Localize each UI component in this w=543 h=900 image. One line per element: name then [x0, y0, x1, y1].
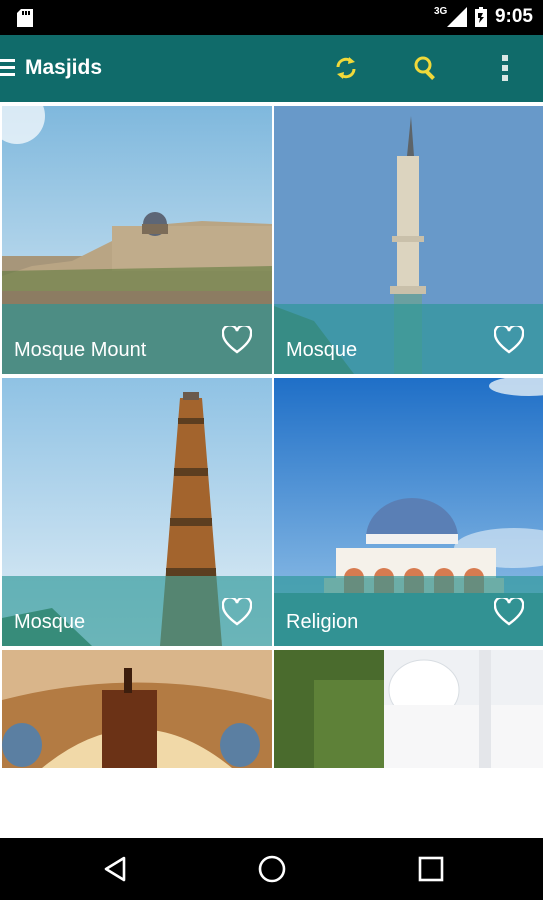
- heart-icon[interactable]: [222, 326, 252, 354]
- battery-icon: [474, 7, 487, 27]
- grid-item-label: Mosque Mount: [14, 339, 147, 361]
- more-options-button[interactable]: [488, 51, 522, 85]
- heart-icon[interactable]: [222, 598, 252, 626]
- heart-icon[interactable]: [494, 326, 524, 354]
- home-icon[interactable]: [257, 854, 287, 884]
- grid-item-white-mosque[interactable]: [274, 650, 543, 768]
- grid-item-mosque-2[interactable]: Mosque: [2, 378, 272, 646]
- clock: 9:05: [494, 6, 533, 27]
- network-type-label: 3G: [434, 6, 448, 17]
- back-icon[interactable]: [100, 854, 130, 884]
- grid-item-mosque[interactable]: Mosque: [274, 106, 543, 374]
- grid-item-label: Mosque: [14, 611, 86, 633]
- sync-icon: [336, 57, 356, 79]
- sd-card-icon: [17, 9, 33, 27]
- heart-icon[interactable]: [494, 598, 524, 626]
- mosque-interior-image: [2, 650, 272, 768]
- sync-button[interactable]: [329, 51, 363, 85]
- grid-item-interior[interactable]: [2, 650, 272, 768]
- grid-item-religion[interactable]: Religion: [274, 378, 543, 646]
- search-button[interactable]: [409, 51, 443, 85]
- app-bar: Masjids: [0, 35, 543, 102]
- signal-icon: [446, 7, 467, 27]
- grid-item-mosque-mount[interactable]: Mosque Mount: [2, 106, 272, 374]
- search-icon: [414, 56, 435, 80]
- white-mosque-image: [274, 650, 543, 768]
- system-nav-bar: [0, 838, 543, 900]
- recents-icon[interactable]: [416, 854, 446, 884]
- grid-item-label: Mosque: [286, 339, 358, 361]
- more-vert-icon: [502, 55, 508, 81]
- grid-item-label: Religion: [286, 611, 359, 633]
- app-title: Masjids: [25, 56, 103, 79]
- status-bar: 3G 9:05: [0, 0, 543, 35]
- menu-icon[interactable]: [0, 57, 16, 79]
